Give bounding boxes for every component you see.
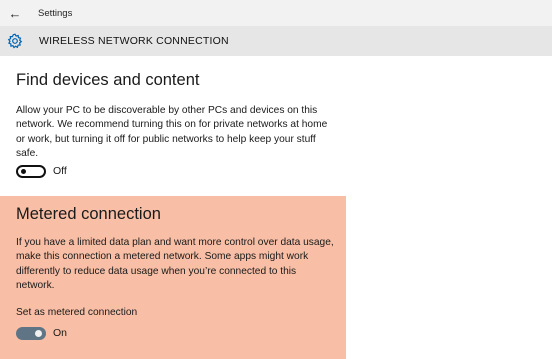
gear-icon <box>0 33 30 49</box>
find-devices-description: Allow your PC to be discoverable by othe… <box>16 105 328 159</box>
back-button[interactable]: ← <box>0 0 30 26</box>
app-title: Settings <box>38 7 73 19</box>
metered-connection-section: Metered connection If you have a limited… <box>0 196 346 359</box>
back-arrow-icon: ← <box>8 5 22 21</box>
toggle-knob <box>35 330 42 337</box>
metered-heading: Metered connection <box>16 205 161 223</box>
title-bar: ← Settings <box>0 0 552 26</box>
find-devices-section: Find devices and content Allow your PC t… <box>0 56 552 196</box>
metered-toggle[interactable] <box>16 327 46 340</box>
page-title: WIRELESS NETWORK CONNECTION <box>39 35 229 47</box>
page-header: WIRELESS NETWORK CONNECTION <box>0 26 552 56</box>
toggle-knob <box>21 169 26 174</box>
metered-setting-label: Set as metered connection <box>16 307 138 318</box>
find-devices-heading: Find devices and content <box>16 71 200 89</box>
find-devices-toggle[interactable] <box>16 165 46 178</box>
find-devices-toggle-state: Off <box>53 165 67 177</box>
metered-toggle-state: On <box>53 327 68 339</box>
metered-description: If you have a limited data plan and want… <box>16 237 334 291</box>
